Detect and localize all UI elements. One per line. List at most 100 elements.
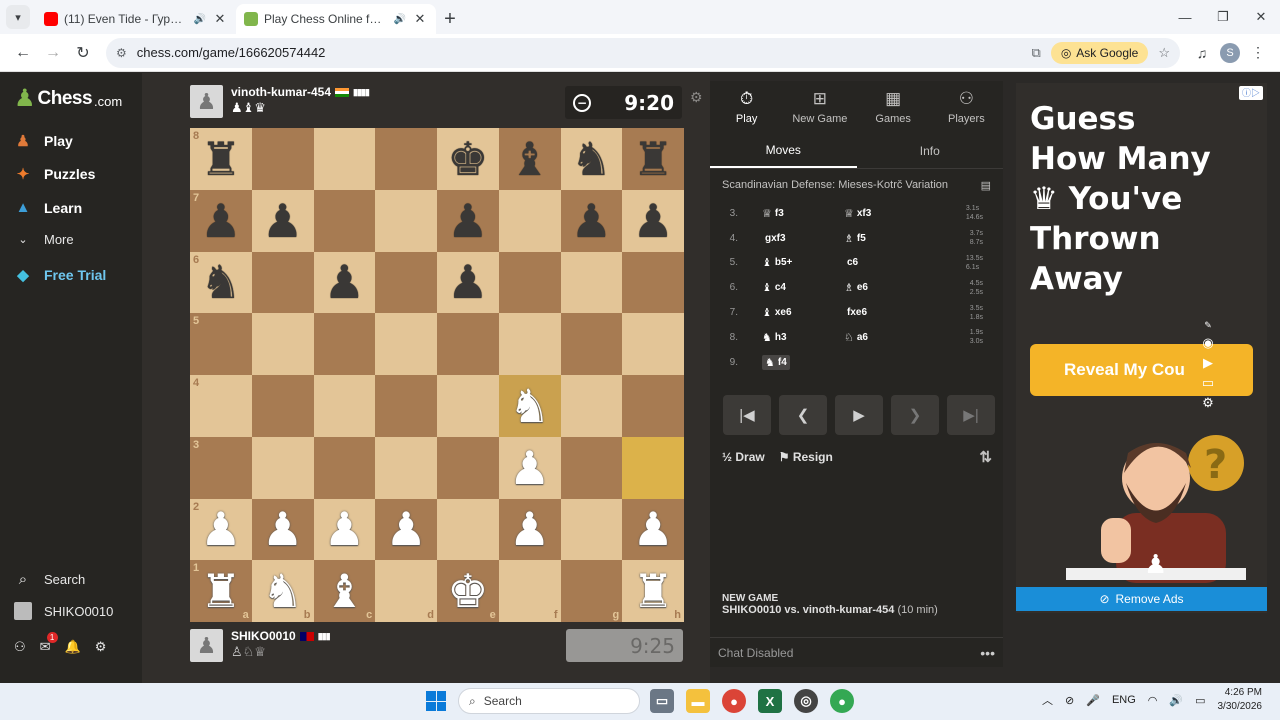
battery-icon[interactable]: ▭ bbox=[1195, 694, 1205, 707]
network-off-icon[interactable]: ⊘ bbox=[1065, 694, 1074, 707]
square-d1[interactable]: d bbox=[375, 560, 437, 622]
messages-icon[interactable]: ✉ 1 bbox=[40, 632, 58, 655]
app-icon[interactable]: ◎ bbox=[794, 689, 818, 713]
taskbar-clock[interactable]: 4:26 PM 3/30/2026 bbox=[1218, 686, 1263, 714]
black-move[interactable]: fxe6 bbox=[844, 307, 926, 318]
tab-search-button[interactable]: ▾ bbox=[6, 5, 30, 29]
white-move[interactable]: ♝ b5+ bbox=[762, 256, 844, 269]
ad-cta-button[interactable]: Reveal My Cou bbox=[1030, 344, 1253, 396]
white-pawn-icon[interactable]: ♟ bbox=[262, 506, 303, 552]
black-pawn-icon[interactable]: ♟ bbox=[633, 198, 674, 244]
square-d4[interactable] bbox=[375, 375, 437, 437]
white-pawn-icon[interactable]: ♟ bbox=[324, 506, 365, 552]
square-b5[interactable] bbox=[251, 313, 314, 375]
excel-icon[interactable]: X bbox=[758, 689, 782, 713]
square-g4[interactable] bbox=[560, 375, 623, 437]
task-view-icon[interactable]: ▭ bbox=[650, 689, 674, 713]
square-h7[interactable]: ♟ bbox=[622, 189, 684, 252]
white-knight-icon[interactable]: ♞ bbox=[509, 383, 550, 429]
previous-move-button[interactable]: ❮ bbox=[779, 395, 827, 435]
back-button[interactable]: ← bbox=[8, 38, 38, 68]
volume-icon[interactable]: 🔊 bbox=[1169, 694, 1183, 707]
white-move[interactable]: ♞ f4 bbox=[762, 354, 790, 370]
square-d2[interactable]: ♟ bbox=[375, 498, 437, 561]
square-d7[interactable] bbox=[375, 189, 437, 252]
square-c7[interactable] bbox=[313, 189, 376, 252]
address-bar[interactable]: ⚙ chess.com/game/166620574442 ⧉ ◎ Ask Go… bbox=[106, 37, 1180, 68]
black-pawn-icon[interactable]: ♟ bbox=[324, 259, 365, 305]
square-f4[interactable]: ♞ bbox=[498, 375, 561, 437]
subtab-moves[interactable]: Moves bbox=[710, 133, 857, 168]
square-g6[interactable] bbox=[560, 251, 623, 314]
square-g5[interactable] bbox=[560, 313, 623, 375]
white-move[interactable]: ♞ h3 bbox=[762, 331, 844, 344]
chrome-icon[interactable]: ● bbox=[722, 689, 746, 713]
opening-book-icon[interactable]: ▤ bbox=[981, 179, 991, 192]
square-h2[interactable]: ♟ bbox=[622, 498, 684, 561]
square-c8[interactable] bbox=[313, 128, 376, 190]
square-h6[interactable] bbox=[622, 251, 684, 314]
settings-gear-icon[interactable]: ⚙ bbox=[95, 639, 107, 655]
black-rook-icon[interactable]: ♜ bbox=[200, 136, 241, 182]
white-pawn-icon[interactable]: ♟ bbox=[386, 506, 427, 552]
more-options-icon[interactable]: ••• bbox=[980, 645, 995, 661]
square-f2[interactable]: ♟ bbox=[498, 498, 561, 561]
square-b2[interactable]: ♟ bbox=[251, 498, 314, 561]
first-move-button[interactable]: |◀ bbox=[723, 395, 771, 435]
square-g8[interactable]: ♞ bbox=[560, 128, 623, 190]
play-moves-button[interactable]: ▶ bbox=[835, 395, 883, 435]
black-move[interactable]: ♗ e6 bbox=[844, 281, 926, 294]
square-e2[interactable] bbox=[437, 498, 499, 561]
square-e5[interactable] bbox=[437, 313, 499, 375]
tab-players[interactable]: ⚇ Players bbox=[930, 81, 1003, 133]
chess-com-logo[interactable]: ♟ Chess .com bbox=[14, 87, 122, 111]
opponent-name[interactable]: vinoth-kumar-454 bbox=[231, 85, 331, 99]
square-a3[interactable]: 3 bbox=[190, 436, 252, 499]
new-tab-button[interactable]: + bbox=[436, 4, 464, 34]
speaker-icon[interactable]: 🔊 bbox=[194, 14, 206, 25]
subtab-info[interactable]: Info bbox=[857, 133, 1004, 168]
white-king-icon[interactable]: ♚ bbox=[447, 568, 488, 614]
white-pawn-icon[interactable]: ♟ bbox=[633, 506, 674, 552]
file-explorer-icon[interactable]: ▬ bbox=[686, 689, 710, 713]
microphone-icon[interactable]: 🎤 bbox=[1086, 694, 1100, 707]
tab-games[interactable]: ▦ Games bbox=[857, 81, 930, 133]
ask-google-button[interactable]: ◎ Ask Google bbox=[1050, 41, 1149, 64]
square-a7[interactable]: 7 ♟ bbox=[190, 189, 252, 252]
next-move-button[interactable]: ❯ bbox=[891, 395, 939, 435]
opening-name[interactable]: Scandinavian Defense: Mieses-Kotrč Varia… bbox=[722, 179, 948, 191]
square-g1[interactable]: g bbox=[560, 560, 623, 622]
square-b1[interactable]: b ♞ bbox=[251, 560, 314, 622]
windows-start-icon[interactable] bbox=[426, 691, 446, 711]
close-tab-icon[interactable]: ✕ bbox=[412, 11, 428, 27]
video-icon[interactable]: ▶ bbox=[1203, 355, 1213, 371]
black-move[interactable]: ♕ xf3 bbox=[844, 207, 926, 220]
maximize-button[interactable]: ❐ bbox=[1204, 0, 1242, 34]
square-c5[interactable] bbox=[313, 313, 376, 375]
white-pawn-icon[interactable]: ♟ bbox=[509, 445, 550, 491]
wifi-icon[interactable]: ◠ bbox=[1148, 694, 1158, 707]
black-knight-icon[interactable]: ♞ bbox=[571, 136, 612, 182]
pen-icon[interactable]: ✎ bbox=[1204, 320, 1212, 331]
square-d5[interactable] bbox=[375, 313, 437, 375]
url-text[interactable]: chess.com/game/166620574442 bbox=[137, 45, 1022, 60]
square-g7[interactable]: ♟ bbox=[560, 189, 623, 252]
square-e1[interactable]: e ♚ bbox=[437, 560, 499, 622]
profile-button[interactable]: S bbox=[1216, 39, 1244, 67]
black-king-icon[interactable]: ♚ bbox=[447, 136, 488, 182]
white-bishop-icon[interactable]: ♝ bbox=[324, 568, 365, 614]
ad-choices-icon[interactable]: ⓘ▷ bbox=[1239, 86, 1263, 100]
bell-icon[interactable]: 🔔 bbox=[65, 639, 81, 655]
square-c6[interactable]: ♟ bbox=[313, 251, 376, 314]
square-a5[interactable]: 5 bbox=[190, 313, 252, 375]
settings-gear-icon[interactable]: ⚙ bbox=[1202, 395, 1214, 411]
square-c3[interactable] bbox=[313, 436, 376, 499]
remove-ads-button[interactable]: ⊘ Remove Ads bbox=[1016, 587, 1267, 611]
black-move[interactable]: ♗ f5 bbox=[844, 232, 926, 245]
sidebar-item-free-trial[interactable]: ◆ Free Trial bbox=[14, 266, 106, 284]
white-move[interactable]: gxf3 bbox=[762, 233, 844, 244]
taskbar-search-box[interactable]: ⌕ Search bbox=[458, 688, 640, 714]
black-pawn-icon[interactable]: ♟ bbox=[571, 198, 612, 244]
tab-play[interactable]: ⏱ Play bbox=[710, 81, 783, 133]
black-knight-icon[interactable]: ♞ bbox=[200, 259, 241, 305]
